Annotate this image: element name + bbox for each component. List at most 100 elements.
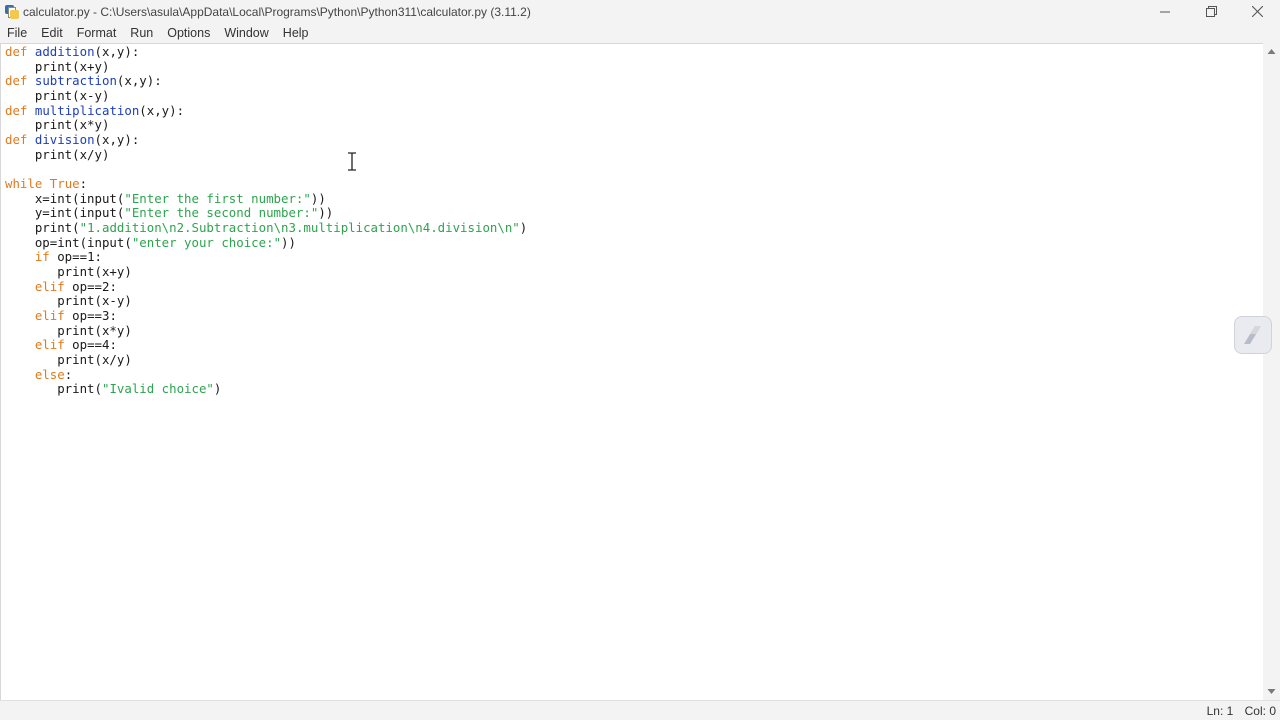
code-token: print(x*y) (5, 117, 110, 133)
code-line[interactable]: print(x/y) (5, 352, 527, 368)
code-line[interactable]: if op==1: (5, 250, 527, 265)
code-token: x=int(input( (5, 190, 125, 206)
code-line[interactable]: print(x/y) (5, 147, 527, 163)
menu-edit[interactable]: Edit (34, 23, 69, 43)
scroll-up-icon[interactable] (1267, 47, 1276, 56)
close-icon (1251, 6, 1263, 17)
code-line[interactable]: def addition(x,y): (5, 44, 527, 60)
code-token: print(x-y) (5, 293, 132, 309)
minimize-button[interactable] (1142, 0, 1188, 23)
code-keyword: elif (34, 337, 65, 353)
code-line[interactable]: x=int(input("Enter the first number:")) (5, 190, 527, 207)
code-keyword: True (49, 176, 80, 192)
code-line[interactable]: while True: (5, 176, 527, 192)
menu-file[interactable]: File (0, 23, 33, 43)
menu-window[interactable]: Window (217, 23, 274, 43)
status-line: Ln: 1 (1206, 704, 1234, 718)
menu-help[interactable]: Help (276, 23, 315, 43)
code-token: )) (318, 205, 334, 221)
python-idle-icon (4, 4, 20, 20)
code-line[interactable]: elif op==3: (5, 308, 527, 324)
code-line[interactable]: print(x-y) (5, 294, 527, 309)
code-token: print( (5, 381, 102, 397)
vertical-scrollbar[interactable] (1263, 43, 1280, 700)
window-title: calculator.py - C:\Users\asula\AppData\L… (23, 4, 531, 19)
status-col: Col: 0 (1244, 704, 1276, 718)
code-token: print( (5, 220, 80, 236)
code-token: op==4: (64, 337, 117, 353)
menu-options[interactable]: Options (160, 23, 216, 43)
code-keyword: while (5, 176, 43, 192)
code-token: : (79, 176, 88, 192)
code-line[interactable]: elif op==2: (5, 278, 527, 295)
maximize-button[interactable] (1188, 0, 1234, 23)
code-string: "Enter the second number:" (124, 205, 319, 221)
code-line[interactable]: else: (5, 366, 527, 383)
code-keyword: elif (34, 308, 65, 324)
code-token: : (64, 366, 73, 382)
code-line[interactable]: def division(x,y): (5, 132, 527, 148)
code-string: "1.addition\n2.Subtraction\n3.multiplica… (79, 220, 520, 236)
minimize-icon (1160, 11, 1170, 12)
code-function-name: subtraction (34, 73, 117, 89)
menu-run[interactable]: Run (123, 23, 159, 43)
code-editor[interactable]: def addition(x,y): print(x+y) def subtrac… (0, 43, 1263, 700)
code-line[interactable]: def subtraction(x,y): (5, 74, 527, 89)
code-string: "Enter the first number:" (124, 190, 311, 206)
code-token: (x,y): (94, 44, 140, 59)
close-button[interactable] (1234, 0, 1280, 23)
code-keyword: if (34, 249, 50, 265)
code-token: print(x/y) (5, 352, 132, 368)
code-line[interactable]: print(x+y) (5, 58, 527, 75)
title-bar: calculator.py - C:\Users\asula\AppData\L… (0, 0, 1280, 23)
code-line[interactable]: def multiplication(x,y): (5, 102, 527, 119)
code-text[interactable]: def addition(x,y): print(x+y) def subtrac… (5, 44, 527, 397)
code-keyword: else (34, 366, 65, 382)
code-line[interactable]: y=int(input("Enter the second number:")) (5, 206, 527, 221)
code-line[interactable]: op=int(input("enter your choice:")) (5, 234, 527, 251)
code-token: print(x-y) (5, 88, 110, 104)
menu-bar: File Edit Format Run Options Window Help (0, 23, 1280, 43)
code-token: print(x+y) (5, 58, 110, 74)
code-line[interactable]: print(x*y) (5, 118, 527, 133)
code-function-name: division (34, 132, 95, 148)
code-line[interactable]: print("Ivalid choice") (5, 382, 527, 397)
code-line[interactable]: print(x*y) (5, 322, 527, 339)
code-string: "enter your choice:" (131, 234, 282, 250)
code-token: op==2: (64, 278, 117, 294)
code-line[interactable]: print("1.addition\n2.Subtraction\n3.mult… (5, 220, 527, 236)
code-token: )) (281, 234, 296, 250)
scroll-down-icon[interactable] (1267, 687, 1276, 696)
code-token: op==1: (49, 249, 102, 265)
code-token: print(x*y) (5, 322, 132, 338)
code-token: (x,y): (116, 73, 162, 89)
code-token: print(x+y) (5, 264, 132, 280)
code-line[interactable]: print(x-y) (5, 88, 527, 104)
code-token: )) (310, 190, 326, 206)
snipping-tool-icon (1244, 326, 1261, 344)
maximize-icon (1205, 6, 1217, 17)
code-token: op==3: (64, 308, 117, 324)
menu-format[interactable]: Format (70, 23, 123, 43)
code-keyword: def (5, 73, 28, 89)
text-cursor-icon (348, 152, 356, 171)
code-function-name: addition (34, 44, 95, 59)
code-function-name: multiplication (34, 102, 140, 118)
code-keyword: elif (34, 278, 65, 294)
code-keyword: def (5, 44, 28, 59)
code-token: op=int(input( (5, 234, 132, 250)
code-line[interactable]: elif op==4: (5, 338, 527, 353)
snipping-tool-widget[interactable] (1234, 316, 1272, 354)
code-string: "Ivalid choice" (101, 381, 214, 397)
code-token: (x,y): (139, 102, 185, 118)
code-line[interactable] (5, 162, 527, 177)
code-line[interactable]: print(x+y) (5, 264, 527, 280)
code-token: y=int(input( (5, 205, 125, 221)
